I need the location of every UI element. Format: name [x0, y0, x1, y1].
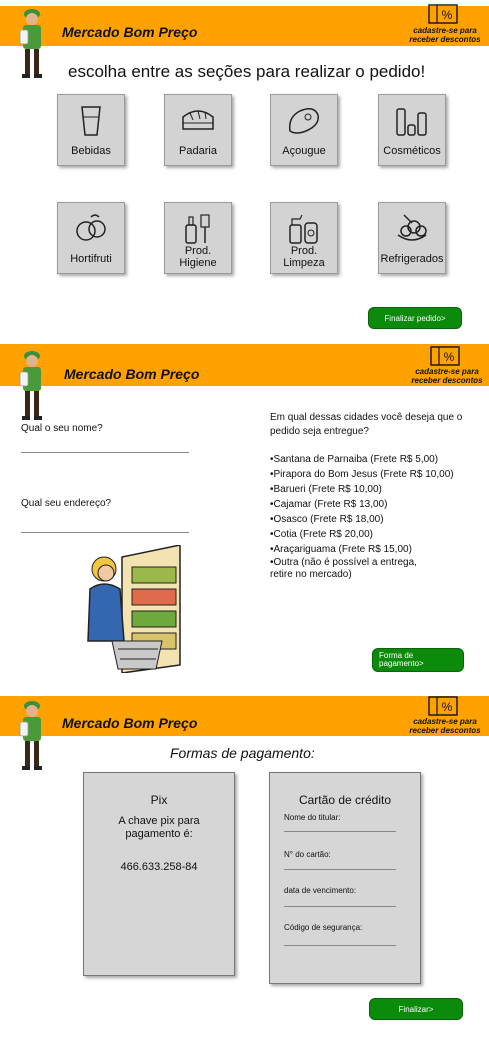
category-limpeza[interactable]: Prod. Limpeza — [270, 202, 338, 274]
city-option[interactable]: •Pirapora do Bom Jesus (Frete R$ 10,00) — [270, 467, 485, 482]
payment-method-button[interactable]: Forma de pagamento> — [372, 648, 464, 672]
svg-text:%: % — [442, 700, 453, 714]
category-label: Prod. Higiene — [179, 245, 217, 269]
category-label: Cosméticos — [383, 145, 441, 157]
svg-text:%: % — [444, 350, 455, 364]
brand-name: Mercado Bom Preço — [62, 715, 198, 731]
finish-order-button[interactable]: Finalizar pedido> — [368, 307, 462, 329]
promo-line-1: cadastre-se para — [413, 26, 477, 35]
glass-icon — [81, 106, 101, 136]
discount-coupon-icon[interactable]: % — [430, 346, 460, 366]
category-label: Hortifruti — [70, 253, 112, 265]
category-label: Açougue — [282, 145, 326, 157]
cosmetics-icon — [396, 108, 427, 136]
card-number-input[interactable] — [284, 869, 396, 870]
category-label: Bebidas — [71, 145, 111, 157]
category-label: Refrigerados — [380, 253, 444, 265]
pix-title: Pix — [150, 793, 168, 807]
screen-delivery: Mercado Bom Preço % cadastre-se para rec… — [0, 340, 489, 690]
credit-card-panel[interactable]: Cartão de crédito Nome do titular: N° do… — [269, 772, 421, 984]
category-label: Padaria — [179, 145, 217, 157]
grocer-mascot-icon — [19, 9, 42, 78]
pix-panel[interactable]: Pix A chave pix para pagamento é: 466.63… — [83, 772, 235, 976]
signup-promo[interactable]: cadastre-se para receber descontos — [406, 367, 488, 385]
category-bebidas[interactable]: Bebidas — [57, 94, 125, 166]
finish-button[interactable]: Finalizar> — [369, 998, 463, 1020]
category-hortifruti[interactable]: Hortifruti — [57, 202, 125, 274]
security-code-input[interactable] — [284, 945, 396, 946]
category-label: Prod. Limpeza — [283, 245, 325, 269]
pix-text: A chave pix para pagamento é: — [118, 815, 200, 840]
signup-promo[interactable]: cadastre-se para receber descontos — [404, 717, 486, 735]
grocer-mascot-icon — [19, 351, 42, 420]
city-option[interactable]: •Santana de Parnaiba (Frete R$ 5,00) — [270, 452, 485, 467]
screen-categories: Mercado Bom Preço % cadastre-se para rec… — [0, 0, 489, 340]
category-refrigerados[interactable]: Refrigerados — [378, 202, 446, 274]
signup-promo[interactable]: cadastre-se para receber descontos — [405, 26, 485, 44]
city-option[interactable]: •Barueri (Frete R$ 10,00) — [270, 482, 485, 497]
city-option[interactable]: •Cajamar (Frete R$ 13,00) — [270, 497, 485, 512]
card-title: Cartão de crédito — [298, 793, 392, 807]
name-question: Qual o seu nome? — [21, 423, 103, 434]
grocer-mascot-icon — [19, 701, 42, 770]
ice-cream-icon — [397, 214, 427, 241]
city-question: Em qual dessas cidades você deseja que o… — [270, 412, 463, 437]
discount-coupon-icon[interactable]: % — [428, 4, 458, 24]
shopper-illustration — [87, 545, 181, 673]
payment-title: Formas de pagamento: — [170, 745, 315, 761]
promo-line-2: receber descontos — [409, 35, 481, 44]
brand-name: Mercado Bom Preço — [64, 366, 200, 382]
promo-line-1: cadastre-se para — [415, 367, 479, 376]
meat-icon — [288, 108, 319, 134]
city-list: •Santana de Parnaiba (Frete R$ 5,00) •Pi… — [270, 452, 485, 581]
category-cosmeticos[interactable]: Cosméticos — [378, 94, 446, 166]
expiry-label: data de vencimento: — [284, 886, 357, 895]
city-option[interactable]: •Outra (não é possível a entrega, retire… — [270, 557, 420, 581]
category-higiene[interactable]: Prod. Higiene — [164, 202, 232, 274]
city-option[interactable]: •Cotia (Frete R$ 20,00) — [270, 527, 485, 542]
address-input[interactable] — [21, 532, 189, 533]
name-input[interactable] — [21, 452, 189, 453]
expiry-input[interactable] — [284, 906, 396, 907]
svg-text:%: % — [442, 8, 453, 22]
fruits-icon — [76, 214, 106, 241]
discount-coupon-icon[interactable]: % — [428, 696, 458, 716]
category-padaria[interactable]: Padaria — [164, 94, 232, 166]
pix-key: 466.633.258-84 — [120, 861, 198, 873]
category-acougue[interactable]: Açougue — [270, 94, 338, 166]
city-option[interactable]: •Araçariguama (Frete R$ 15,00) — [270, 542, 485, 557]
address-question: Qual seu endereço? — [21, 498, 112, 509]
city-option[interactable]: •Osasco (Frete R$ 18,00) — [270, 512, 485, 527]
promo-line-1: cadastre-se para — [413, 717, 477, 726]
security-code-label: Código de segurança: — [284, 923, 363, 932]
cardholder-label: Nome do titular: — [284, 813, 341, 822]
hygiene-icon — [185, 214, 210, 244]
brand-name: Mercado Bom Preço — [62, 24, 198, 40]
card-number-label: N° do cartão: — [284, 850, 331, 859]
cleaning-icon — [289, 214, 318, 244]
screen-payment: Mercado Bom Preço % cadastre-se para rec… — [0, 690, 489, 1043]
bread-icon — [182, 110, 214, 130]
cardholder-input[interactable] — [284, 831, 396, 832]
payment-button-label: Forma de pagamento> — [379, 651, 424, 668]
page-headline: escolha entre as seções para realizar o … — [68, 62, 426, 81]
promo-line-2: receber descontos — [409, 726, 481, 735]
promo-line-2: receber descontos — [411, 376, 483, 385]
